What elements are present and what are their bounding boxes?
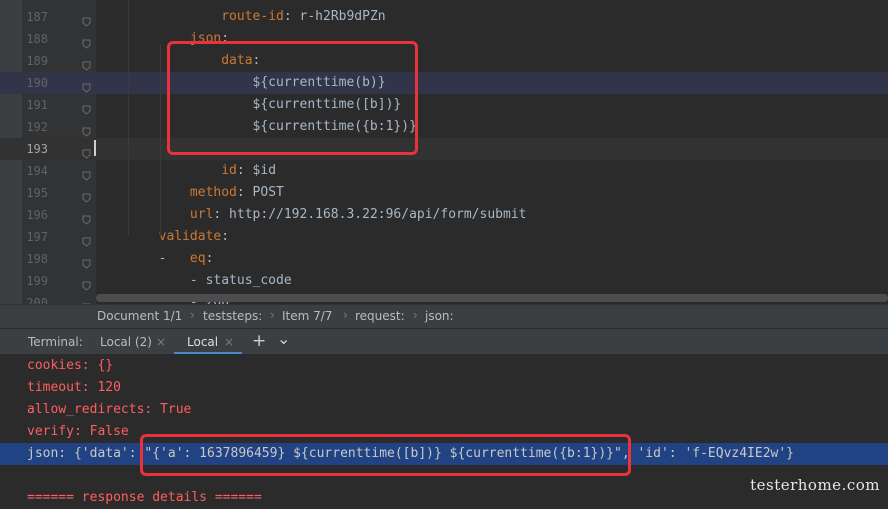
terminal-output[interactable]: cookies: {} timeout: 120 allow_redirects… <box>0 354 888 505</box>
code-line[interactable]: 193 <box>0 138 888 160</box>
yaml-key: eq <box>189 251 206 266</box>
terminal-line: allow_redirects: True <box>27 402 192 417</box>
code-line[interactable]: 188 json: <box>0 28 888 50</box>
chevron-right-icon: › <box>413 308 418 322</box>
code-token: : r-h2Rb9dPZn <box>283 9 386 24</box>
breadcrumb-document[interactable]: Document 1/1 <box>97 309 182 323</box>
line-number: 192 <box>26 120 48 134</box>
fold-marker-icon[interactable] <box>82 276 91 291</box>
line-number: 195 <box>26 186 48 200</box>
line-number: 191 <box>26 98 48 112</box>
fold-marker-icon[interactable] <box>82 144 91 159</box>
terminal-line: cookies: {} <box>27 358 114 373</box>
breadcrumb-teststeps[interactable]: teststeps: <box>203 309 262 323</box>
code-line[interactable]: 199 - status_code <box>0 270 888 292</box>
code-text: - eq: <box>96 248 214 270</box>
fold-marker-icon[interactable] <box>82 78 91 93</box>
code-line[interactable]: 194 id: $id <box>0 160 888 182</box>
line-number: 194 <box>26 164 48 178</box>
code-token: : $id <box>236 163 277 178</box>
line-number: 190 <box>26 76 48 90</box>
code-line[interactable]: 198 - eq: <box>0 248 888 270</box>
code-line[interactable]: 196 url: http://192.168.3.22:96/api/form… <box>0 204 888 226</box>
line-number: 196 <box>26 208 48 222</box>
line-number: 193 <box>26 142 48 156</box>
tab-local-2[interactable]: Local (2) <box>100 335 152 349</box>
code-line[interactable]: 190 ${currenttime(b)} <box>0 72 888 94</box>
yaml-key: url <box>189 207 214 222</box>
code-text: - status_code <box>96 270 292 292</box>
fold-marker-icon[interactable] <box>82 188 91 203</box>
fold-marker-icon[interactable] <box>82 122 91 137</box>
fold-marker-icon[interactable] <box>82 210 91 225</box>
code-token: : <box>205 251 214 266</box>
line-number: 188 <box>26 32 48 46</box>
terminal-line: verify: False <box>27 424 129 439</box>
close-icon[interactable]: × <box>224 335 234 349</box>
code-token: - <box>96 251 190 266</box>
text-cursor <box>94 140 96 156</box>
line-number: 199 <box>26 274 48 288</box>
fold-marker-icon[interactable] <box>82 34 91 49</box>
line-number: 198 <box>26 252 48 266</box>
code-line[interactable]: 197 validate: <box>0 226 888 248</box>
watermark: testerhome.com <box>750 476 880 494</box>
code-line[interactable]: 189 data: <box>0 50 888 72</box>
terminal-line: timeout: 120 <box>27 380 121 395</box>
code-line[interactable]: 195 method: POST <box>0 182 888 204</box>
fold-marker-icon[interactable] <box>82 56 91 71</box>
add-icon[interactable]: + <box>252 331 266 351</box>
terminal-line: ====== response details ====== <box>27 490 262 505</box>
chevron-right-icon: › <box>343 308 348 322</box>
code-text: validate: <box>96 226 229 248</box>
fold-marker-icon[interactable] <box>82 12 91 27</box>
yaml-key: route-id <box>221 9 284 24</box>
tab-local[interactable]: Local <box>187 335 218 349</box>
line-number: 187 <box>26 10 48 24</box>
breadcrumb-item[interactable]: Item 7/7 <box>282 309 332 323</box>
fold-marker-icon[interactable] <box>82 100 91 115</box>
code-line[interactable]: 191 ${currenttime([b])} <box>0 94 888 116</box>
breadcrumb-json[interactable]: json: <box>425 309 454 323</box>
indent-guide <box>160 44 161 236</box>
breadcrumb-request[interactable]: request: <box>355 309 405 323</box>
close-icon[interactable]: × <box>156 335 166 349</box>
code-text: id: $id <box>96 160 276 182</box>
code-text: route-id: r-h2Rb9dPZn <box>96 6 386 28</box>
annotation-box-json <box>140 434 631 476</box>
code-token: - status_code <box>96 273 292 288</box>
indent-guide <box>128 0 129 236</box>
code-token: : <box>221 229 230 244</box>
terminal-label: Terminal: <box>28 335 83 349</box>
code-editor[interactable]: 187 route-id: r-h2Rb9dPZn 188 json: 189 da… <box>0 0 888 304</box>
fold-marker-icon[interactable] <box>82 232 91 247</box>
chevron-right-icon: › <box>190 308 195 322</box>
line-number: 189 <box>26 54 48 68</box>
horizontal-scrollbar[interactable] <box>96 294 888 302</box>
code-line[interactable]: 187 route-id: r-h2Rb9dPZn <box>0 6 888 28</box>
code-line[interactable]: 192 ${currenttime({b:1})} <box>0 116 888 138</box>
fold-marker-icon[interactable] <box>82 166 91 181</box>
chevron-right-icon: › <box>270 308 275 322</box>
code-text: method: POST <box>96 182 284 204</box>
code-token: : http://192.168.3.22:96/api/form/submit <box>213 207 527 222</box>
annotation-box-yaml <box>167 41 418 155</box>
line-number: 197 <box>26 230 48 244</box>
breadcrumb: Document 1/1 › teststeps: › Item 7/7 › r… <box>0 304 888 328</box>
terminal-toolbar: Terminal: Local (2) × Local × + ⌄ <box>0 328 888 355</box>
yaml-key: validate <box>158 229 222 244</box>
yaml-key: id <box>221 163 237 178</box>
fold-marker-icon[interactable] <box>82 254 91 269</box>
chevron-down-icon[interactable]: ⌄ <box>277 329 290 348</box>
line-number: 200 <box>26 296 48 304</box>
code-token: : POST <box>236 185 284 200</box>
yaml-key: method <box>189 185 237 200</box>
